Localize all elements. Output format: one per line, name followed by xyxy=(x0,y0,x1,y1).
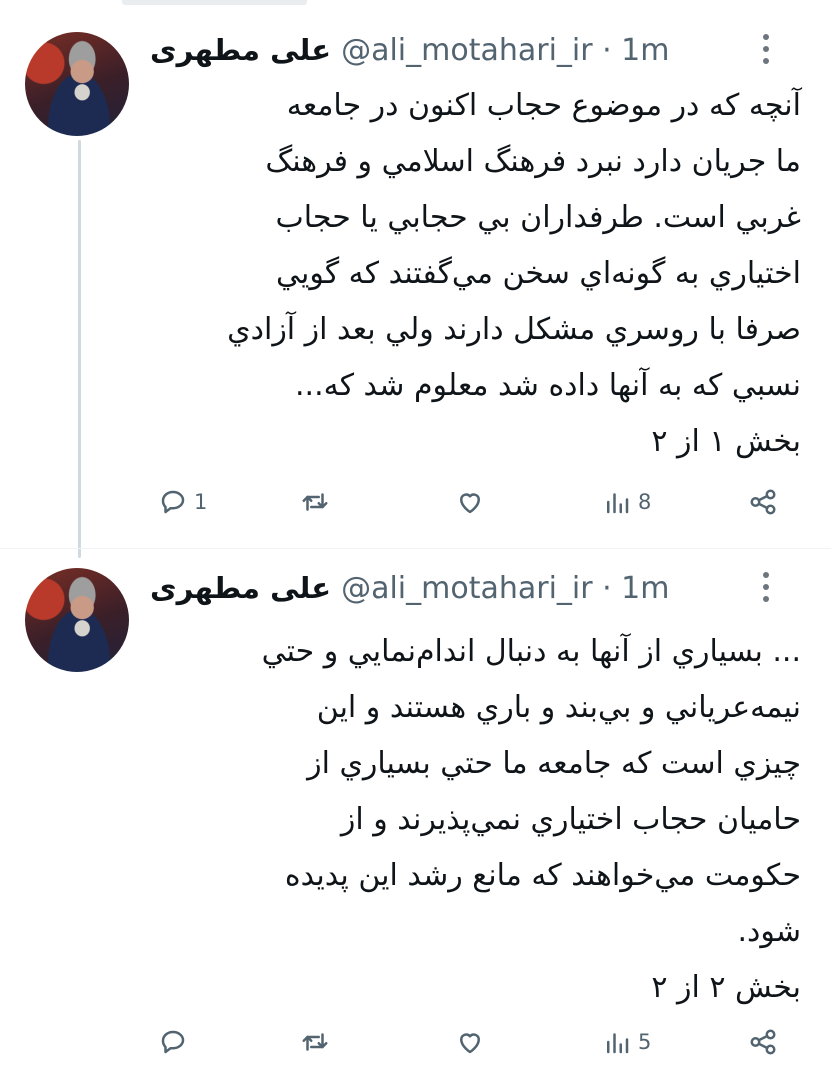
retweet-icon xyxy=(302,1033,328,1051)
reply-count: 1 xyxy=(194,490,208,514)
avatar[interactable] xyxy=(25,32,129,136)
heart-icon xyxy=(460,493,480,514)
thread-connector-line xyxy=(78,140,81,558)
author-name[interactable]: علی مطهری xyxy=(150,571,331,605)
more-icon[interactable] xyxy=(761,572,771,602)
tweet-text: ... بسياري از آنها به دنبال اندام‌نمايي … xyxy=(261,634,801,1005)
reply-icon xyxy=(161,1030,185,1054)
author-name[interactable]: علی مطهری xyxy=(150,33,331,67)
author-handle-time[interactable]: @ali_motahari_ir · 1m xyxy=(341,33,669,68)
reply-icon xyxy=(161,490,185,514)
reply-button[interactable]: 1 xyxy=(158,482,207,522)
heart-icon xyxy=(460,1033,480,1054)
tweet-text: آنچه که در موضوع حجاب اکنون در جامعه ما … xyxy=(227,88,801,459)
views-button[interactable]: 8 xyxy=(602,482,651,522)
retweet-button[interactable] xyxy=(300,482,336,522)
views-icon xyxy=(607,493,629,514)
more-icon[interactable] xyxy=(761,34,771,64)
share-button[interactable] xyxy=(748,1022,778,1062)
view-count: 5 xyxy=(638,1030,652,1054)
tweet-header: علی مطهری @ali_motahari_ir · 1m xyxy=(150,566,801,610)
avatar[interactable] xyxy=(25,568,129,672)
tweet-actions: 1 8 xyxy=(150,482,801,522)
share-icon xyxy=(750,1029,776,1055)
share-icon xyxy=(750,489,776,515)
author-handle-time[interactable]: @ali_motahari_ir · 1m xyxy=(341,571,669,606)
tweet-actions: 5 xyxy=(150,1022,801,1062)
views-icon xyxy=(607,1033,629,1054)
views-button[interactable]: 5 xyxy=(602,1022,651,1062)
retweet-icon xyxy=(302,493,328,511)
retweet-button[interactable] xyxy=(300,1022,336,1062)
like-button[interactable] xyxy=(455,1022,491,1062)
share-button[interactable] xyxy=(748,482,778,522)
like-button[interactable] xyxy=(455,482,491,522)
view-count: 8 xyxy=(638,490,652,514)
tweet-1[interactable]: علی مطهری @ali_motahari_ir · 1m آنچه که … xyxy=(0,0,831,558)
tweet-header: علی مطهری @ali_motahari_ir · 1m xyxy=(150,28,801,72)
reply-button[interactable] xyxy=(158,1022,194,1062)
